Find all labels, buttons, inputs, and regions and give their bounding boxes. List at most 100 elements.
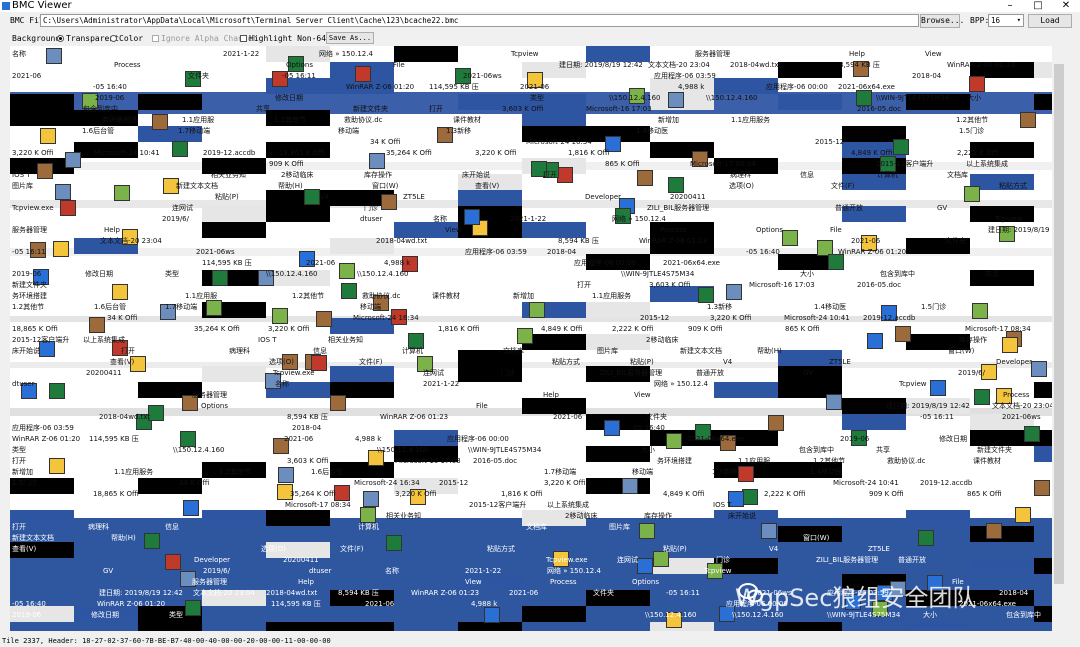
tile-text: 新建文本文档 (176, 182, 218, 190)
file-icon (334, 485, 350, 501)
file-icon (339, 263, 355, 279)
tile-text: WinRAR Z-06 01:23 (639, 237, 708, 245)
cache-tile (266, 622, 330, 631)
highlight-checkbox[interactable] (240, 35, 247, 42)
tile-text: Developer (996, 358, 1033, 366)
color-radio[interactable] (110, 35, 117, 42)
close-button[interactable]: ✕ (1052, 0, 1080, 12)
tile-text: 打开 (577, 281, 591, 289)
tile-text: -05 16:11 (920, 413, 954, 421)
save-as-button[interactable]: Save As... (326, 32, 374, 44)
tile-text: 2021-06 (553, 413, 583, 421)
tile-text: 计算机 (877, 171, 898, 179)
cache-tile (202, 510, 266, 526)
file-icon (637, 170, 653, 186)
vertical-scrollbar[interactable] (1052, 46, 1066, 631)
tile-text: 909 K Offi (869, 490, 904, 498)
tile-text: 2018-04 (999, 589, 1029, 597)
tile-text: 打开 (429, 105, 443, 113)
file-icon (761, 523, 777, 539)
tile-text: 2021-1-22 (423, 380, 460, 388)
tile-text: 门诊 (501, 369, 515, 377)
minimize-button[interactable]: – (996, 0, 1024, 12)
tile-text: 2019-06 (840, 435, 870, 443)
tile-text: 2移动临床 (646, 336, 679, 344)
tile-text: 病理科 (229, 347, 250, 355)
file-icon (180, 431, 196, 447)
tile-text: 窗口(W) (803, 534, 830, 542)
tile-text: 新建文本文档 (12, 534, 54, 542)
tile-text: 网络 » 150.12.4 (319, 50, 373, 58)
tile-text: 35,264 K Offi (386, 149, 432, 157)
tile-text: 2021-06x64.exe (838, 83, 895, 91)
file-icon (53, 241, 69, 257)
file-icon (55, 184, 71, 200)
file-icon (768, 415, 784, 431)
file-icon (895, 326, 911, 342)
tile-text: 909 K Offi (269, 160, 304, 168)
tile-text: -05 16:11 (12, 248, 46, 256)
tile-text: 1.1应用服 (185, 292, 218, 300)
tile-text: 窗口(W) (948, 347, 975, 355)
tile-text: 1.1应用服 (738, 457, 771, 465)
tile-text: 网络 » 150.12.4 (612, 215, 666, 223)
file-icon (1024, 426, 1040, 442)
tile-text: -05 16:11 (282, 72, 316, 80)
file-icon (517, 328, 533, 344)
tile-text: 2021-06 (284, 435, 314, 443)
tile-text: 服务器管理 (192, 391, 227, 399)
file-path-input[interactable]: C:\Users\Administrator\AppData\Local\Mic… (40, 14, 919, 27)
ignore-alpha-checkbox[interactable] (152, 35, 159, 42)
tile-text: 相关业务知 (386, 512, 421, 520)
tile-text: GV (103, 567, 114, 575)
tile-text: File (393, 61, 405, 69)
tile-text: 2019-06 (12, 611, 42, 619)
tile-text: 粘贴(P) (663, 545, 687, 553)
tile-text: WinRAR Z-06 01:23 (411, 589, 480, 597)
tile-text: 窗口(W) (372, 182, 399, 190)
maximize-button[interactable]: □ (1024, 0, 1052, 12)
tile-text: V4 (723, 358, 733, 366)
scrollbar-thumb[interactable] (1054, 64, 1064, 584)
tile-text: 2015-12客户端升 (469, 501, 527, 509)
tile-text: 救助协议.dc (344, 116, 383, 124)
file-icon (278, 467, 294, 483)
tile-text: 帮助(H) (757, 347, 782, 355)
tile-text: Tcpview.exe (546, 556, 588, 564)
tile-text: 图片库 (609, 523, 630, 531)
tile-text: dtuser (12, 380, 35, 388)
tile-text: 病理科 (730, 171, 751, 179)
tile-text: 服务器管理 (12, 226, 47, 234)
tile-text: 应用程序-06 03:59 (12, 424, 74, 432)
tile-text: 网络 » 150.12.4 (654, 380, 708, 388)
tile-text: 3,220 K Offi (710, 314, 752, 322)
file-icon (867, 333, 883, 349)
file-icon (698, 287, 714, 303)
tile-text: 1.1应用服务 (592, 292, 632, 300)
tile-text: 计算机 (358, 523, 379, 531)
tile-text: 修改日期 (85, 270, 113, 278)
tile-text: ZILI_BIL服务器管理 (600, 369, 663, 377)
file-icon (152, 114, 168, 130)
tile-text: 4,988 k (384, 259, 411, 267)
tile-canvas[interactable]: 名称 2021-1-22 网络 » 150.12.4 Tcpview 服务器管理 Help… (10, 46, 1052, 631)
tile-text: 1.7移动端 (165, 303, 198, 311)
cache-tile (330, 366, 394, 382)
tile-text: Microsoft-17 08:34 (690, 160, 756, 168)
tile-text: 文件夹 (188, 72, 209, 80)
tile-text: 3,220 K Offi (395, 490, 437, 498)
browse-button[interactable]: Browse... (920, 14, 964, 28)
tile-text: 库存操作 (644, 512, 672, 520)
bpp-select[interactable]: 16 ▾ (988, 14, 1024, 27)
cache-tile (906, 510, 970, 526)
transparent-radio[interactable] (57, 35, 64, 42)
tile-text: 8,594 KB 压 (839, 61, 880, 69)
file-icon (668, 92, 684, 108)
tile-text: 文件夹 (646, 413, 667, 421)
tile-text: 34 K Offi (179, 479, 210, 487)
load-button[interactable]: Load (1028, 14, 1072, 28)
file-icon (738, 466, 754, 482)
tile-text: 粘贴方式 (552, 358, 580, 366)
tile-text: 2019-12.accdb (863, 314, 916, 322)
file-icon (360, 507, 376, 523)
